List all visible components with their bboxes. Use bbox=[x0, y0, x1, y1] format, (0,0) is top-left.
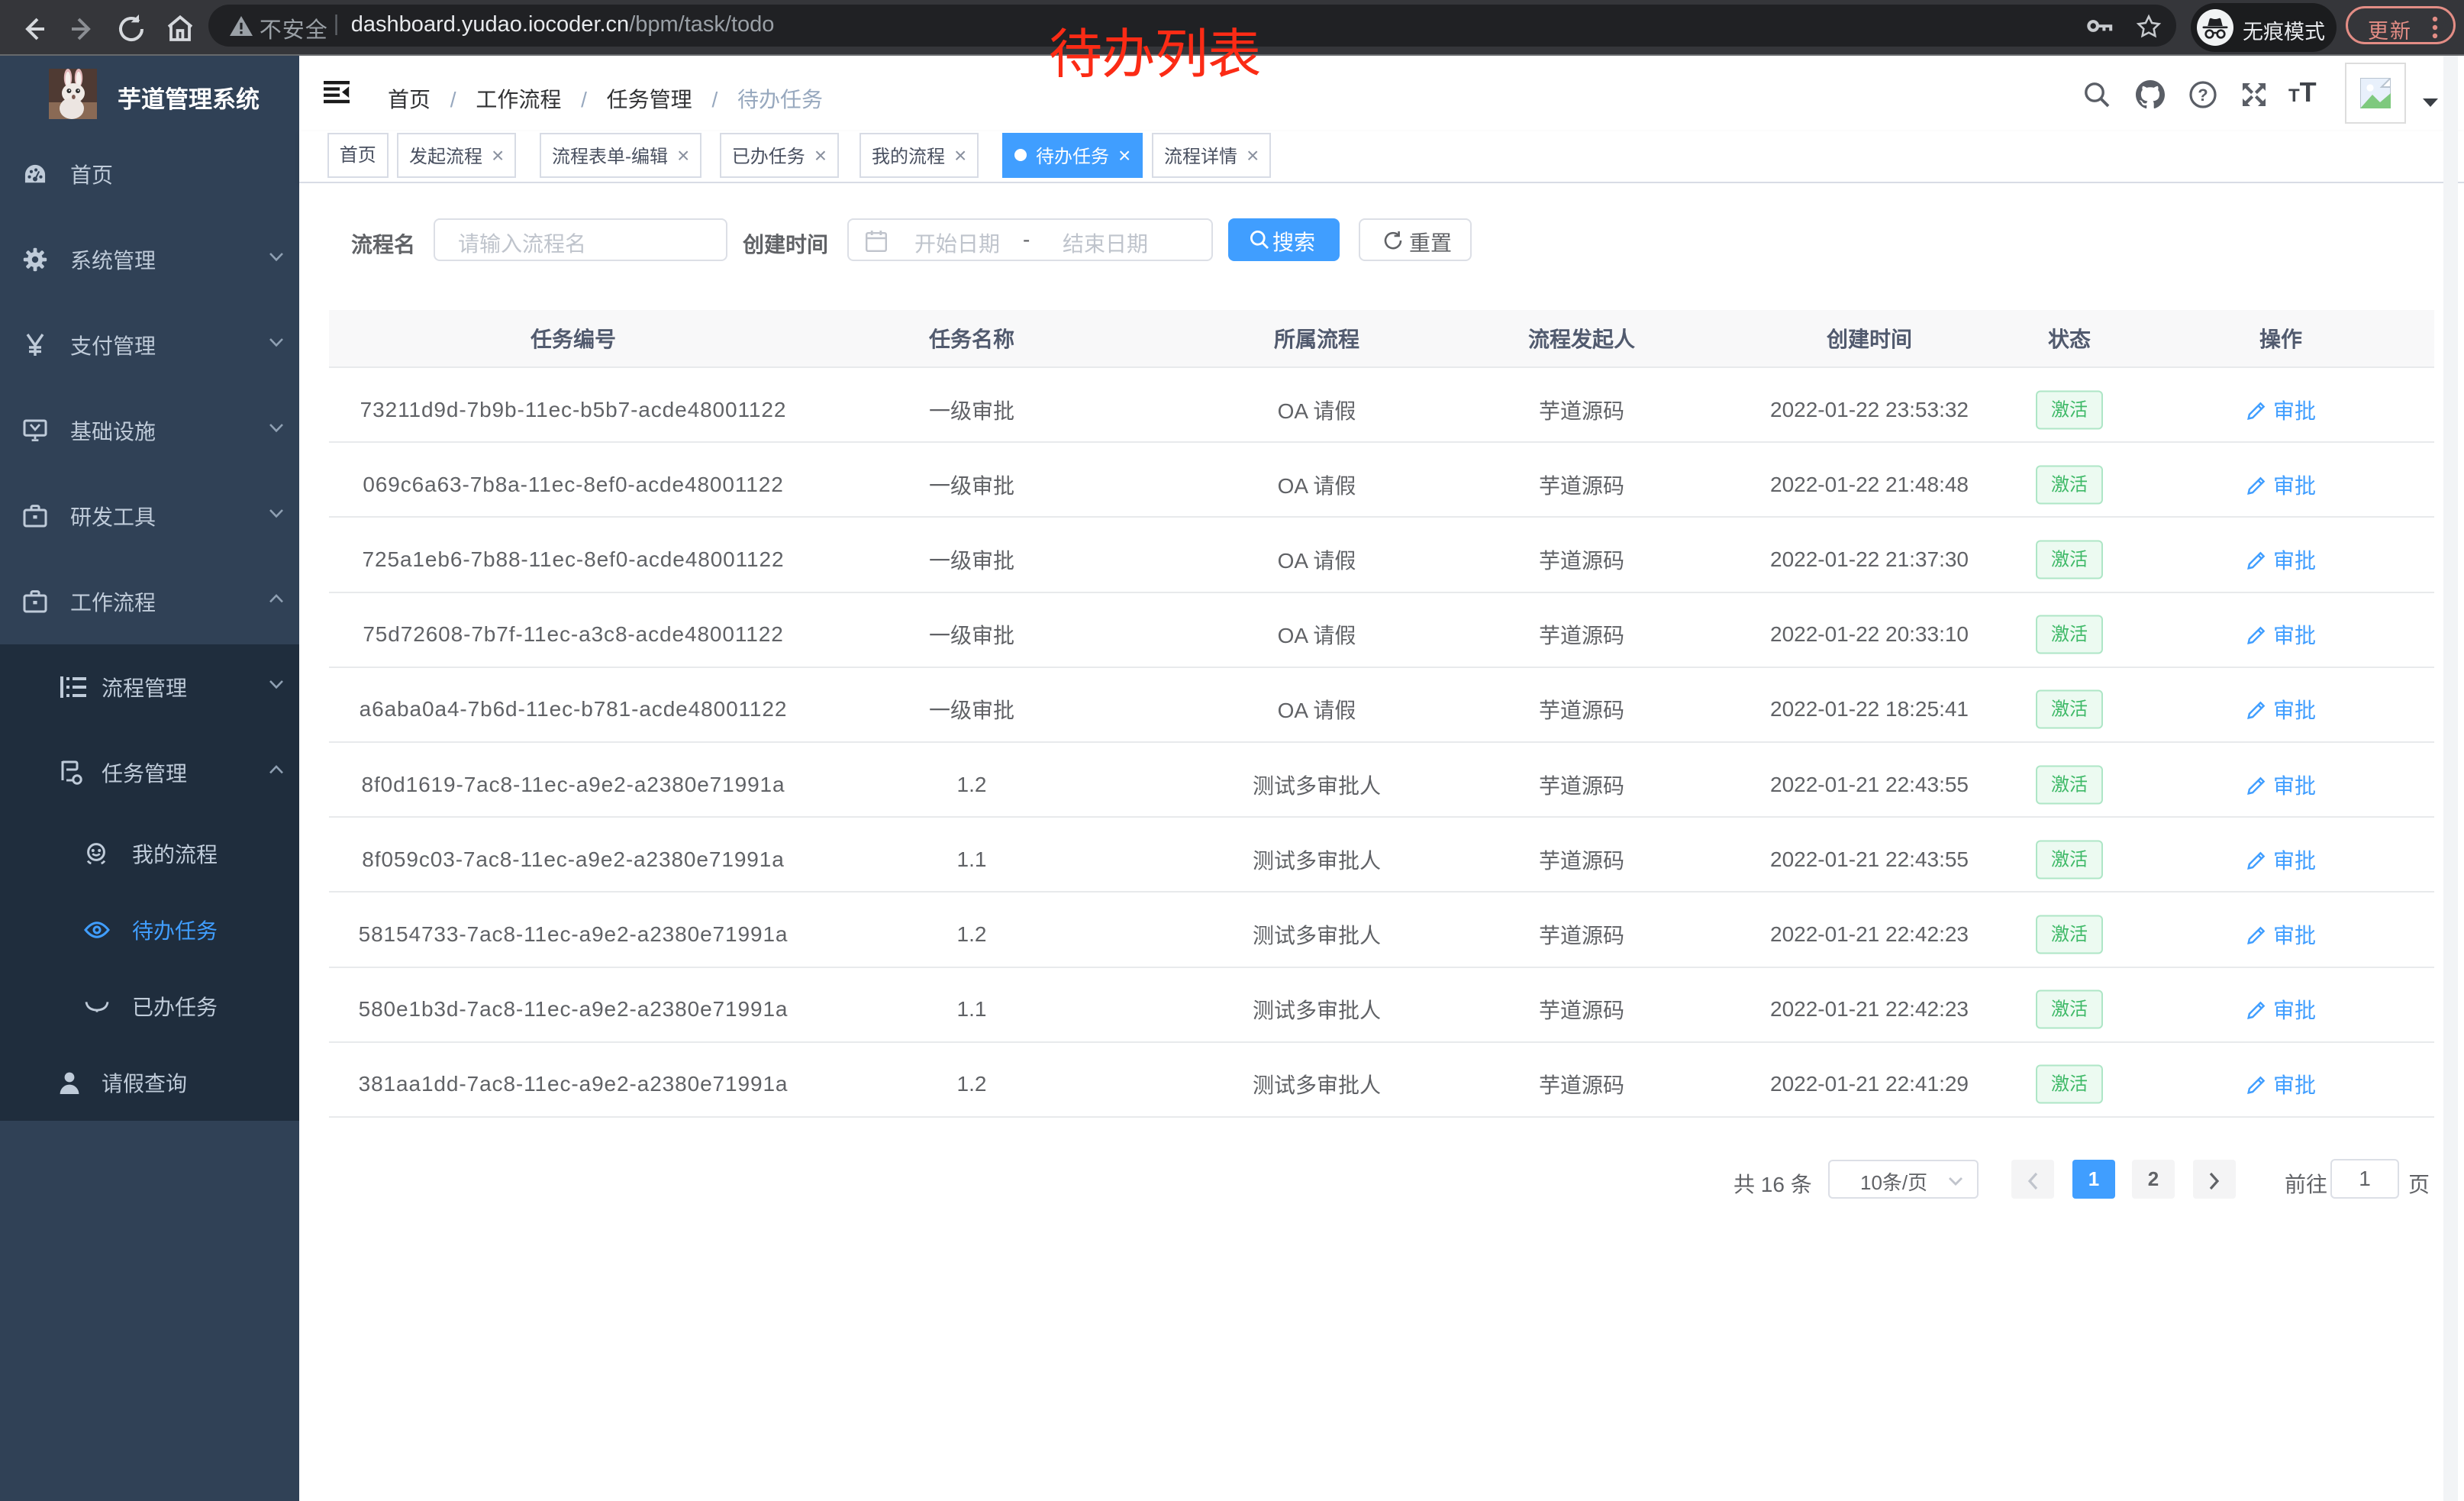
svg-text:?: ? bbox=[2198, 86, 2208, 105]
